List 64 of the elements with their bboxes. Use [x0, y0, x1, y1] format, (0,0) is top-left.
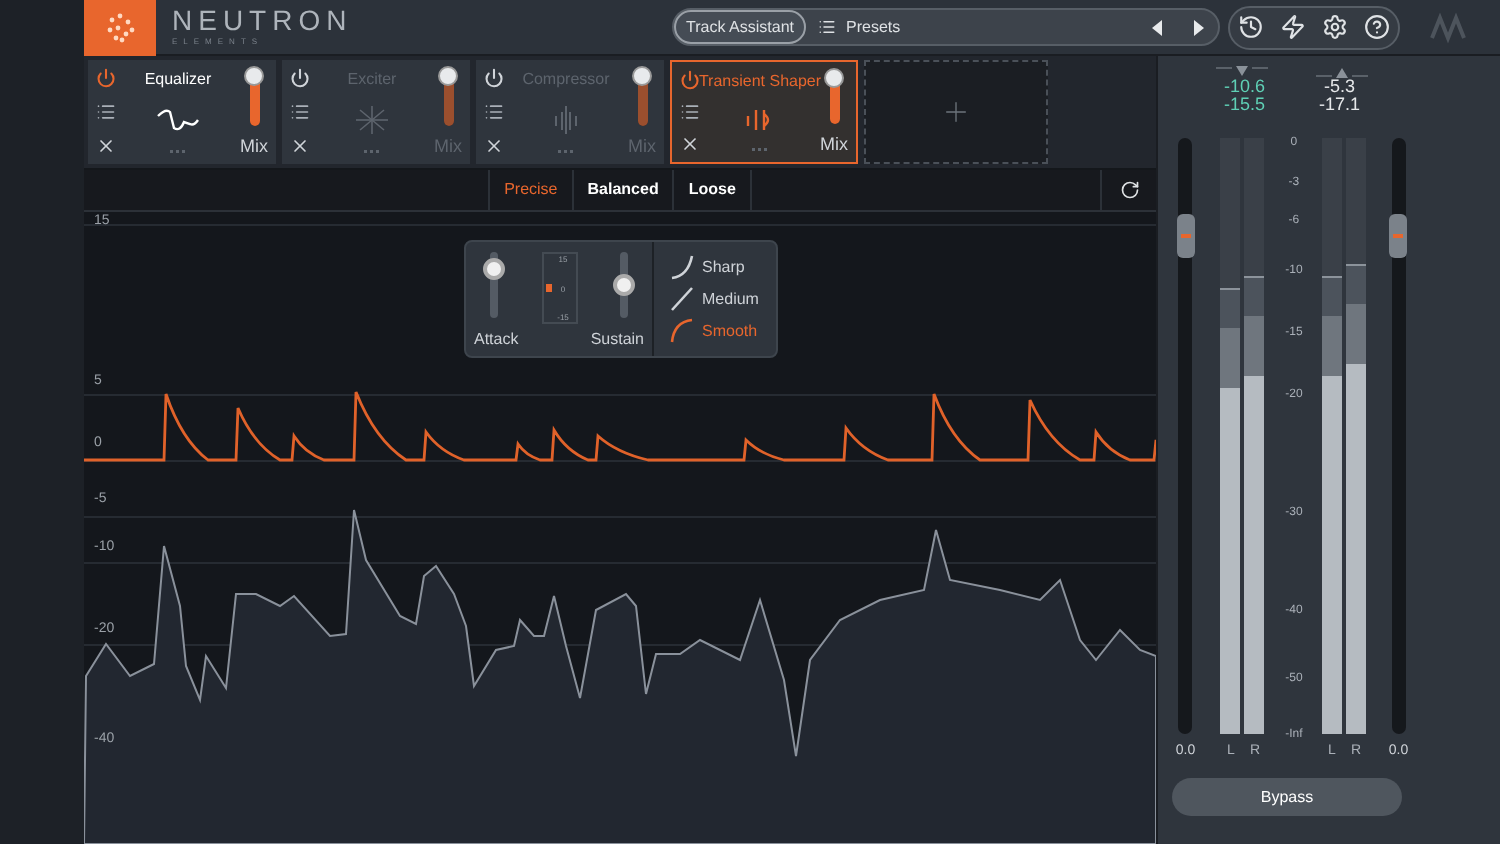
- power-icon[interactable]: [680, 70, 700, 90]
- eq-curve-icon: [156, 106, 200, 134]
- fader-handle[interactable]: [1389, 214, 1408, 258]
- previous-icon[interactable]: [1150, 19, 1166, 35]
- input-reading: -10.6: [1224, 78, 1266, 96]
- close-icon[interactable]: [484, 136, 504, 156]
- module-name: Equalizer: [144, 68, 212, 90]
- module-card[interactable]: Transient Shaper Mix: [670, 60, 858, 164]
- mode-tab[interactable]: Precise: [488, 170, 572, 210]
- list-icon: [818, 18, 836, 36]
- menu-icon[interactable]: [96, 102, 116, 122]
- logo-icon: [84, 0, 156, 55]
- presets-label: Presets: [846, 15, 903, 39]
- curve-icon: [670, 286, 694, 312]
- input-arrow-icon: [1216, 66, 1268, 78]
- power-icon[interactable]: [290, 68, 310, 88]
- menu-icon[interactable]: [484, 102, 504, 122]
- output-arrow-icon: [1316, 66, 1368, 78]
- output-reading: -5.3: [1323, 78, 1355, 96]
- plus-icon: [940, 96, 972, 128]
- grip-icon: [170, 150, 186, 156]
- close-icon[interactable]: [290, 136, 310, 156]
- fader-track[interactable]: [1391, 138, 1406, 734]
- attack-label: Attack: [474, 330, 519, 348]
- starburst-icon: [350, 106, 394, 134]
- gain-marker: [545, 284, 551, 292]
- output-reading: -17.1: [1318, 96, 1360, 114]
- module-card[interactable]: Equalizer Mix: [88, 60, 276, 164]
- curve-icon: [670, 318, 694, 344]
- lightning-icon[interactable]: [1280, 14, 1306, 40]
- shape-option[interactable]: Sharp: [670, 254, 759, 280]
- fader-track[interactable]: [1178, 138, 1193, 734]
- track-assistant-button[interactable]: Track Assistant: [674, 10, 806, 44]
- mix-label: Mix: [820, 134, 848, 156]
- logo-mark-icon: [1428, 9, 1468, 45]
- power-icon[interactable]: [96, 68, 116, 88]
- presets-dropdown[interactable]: Presets: [806, 15, 1150, 39]
- help-icon[interactable]: [1364, 14, 1390, 40]
- module-name: Transient Shaper: [698, 70, 822, 92]
- menu-icon[interactable]: [680, 102, 700, 122]
- menu-icon[interactable]: [290, 102, 310, 122]
- power-icon[interactable]: [484, 68, 504, 88]
- slider-thumb[interactable]: [483, 257, 505, 280]
- reset-icon[interactable]: [1119, 180, 1139, 200]
- shape-option[interactable]: Medium: [670, 286, 759, 312]
- fader-handle[interactable]: [1176, 214, 1195, 258]
- grip-icon: [364, 150, 380, 156]
- input-reading: -15.5: [1224, 96, 1266, 114]
- mode-tab[interactable]: Balanced: [571, 170, 673, 210]
- mode-tab[interactable]: Loose: [672, 170, 752, 210]
- slider-thumb[interactable]: [613, 274, 635, 296]
- close-icon[interactable]: [96, 136, 116, 156]
- grip-icon: [752, 148, 768, 154]
- curve-icon: [670, 254, 694, 280]
- next-icon[interactable]: [1190, 19, 1206, 35]
- close-icon[interactable]: [680, 134, 700, 154]
- app-title: NEUTRON: [172, 6, 353, 36]
- mix-label: Mix: [240, 136, 268, 158]
- settings-icon[interactable]: [1322, 14, 1348, 40]
- history-icon[interactable]: [1238, 14, 1264, 40]
- bypass-button[interactable]: Bypass: [1172, 778, 1402, 816]
- grip-icon: [558, 150, 574, 156]
- shape-option[interactable]: Smooth: [670, 318, 759, 344]
- sustain-label: Sustain: [590, 330, 644, 348]
